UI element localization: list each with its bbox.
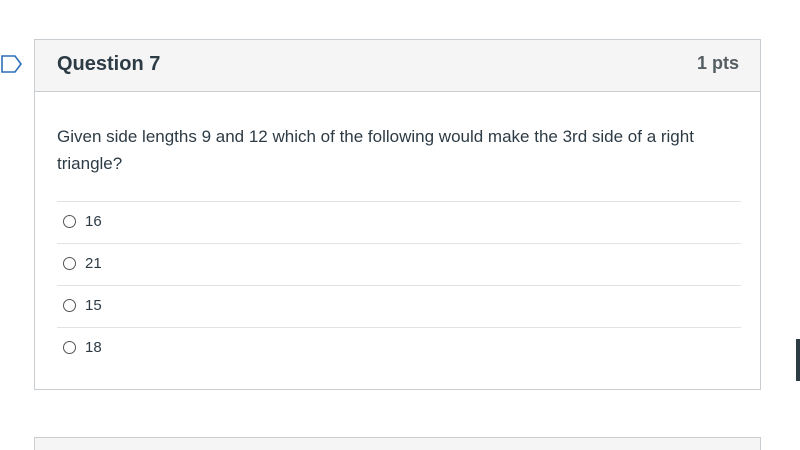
scrollbar-thumb[interactable] [796,339,800,381]
answer-label: 15 [85,297,102,314]
quiz-page: Question 7 1 pts Given side lengths 9 an… [0,0,800,450]
radio-button-icon[interactable] [63,341,76,354]
answer-label: 18 [85,339,102,356]
question-text: Given side lengths 9 and 12 which of the… [57,127,694,173]
answer-option[interactable]: 21 [57,243,741,285]
radio-button-icon[interactable] [63,299,76,312]
radio-button-icon[interactable] [63,257,76,270]
answer-option[interactable]: 18 [57,327,741,369]
question-card: Question 7 1 pts Given side lengths 9 an… [34,39,761,390]
next-question-card [34,437,761,450]
answer-option[interactable]: 16 [57,201,741,243]
question-title: Question 7 [57,53,161,75]
answer-option[interactable]: 15 [57,285,741,327]
answer-list: 16 21 15 18 [57,201,741,369]
radio-button-icon[interactable] [63,215,76,228]
flag-question-icon[interactable] [0,52,24,76]
question-points: 1 pts [696,53,739,73]
answer-label: 16 [85,213,102,230]
question-header: Question 7 1 pts [35,40,760,92]
answer-label: 21 [85,255,102,272]
